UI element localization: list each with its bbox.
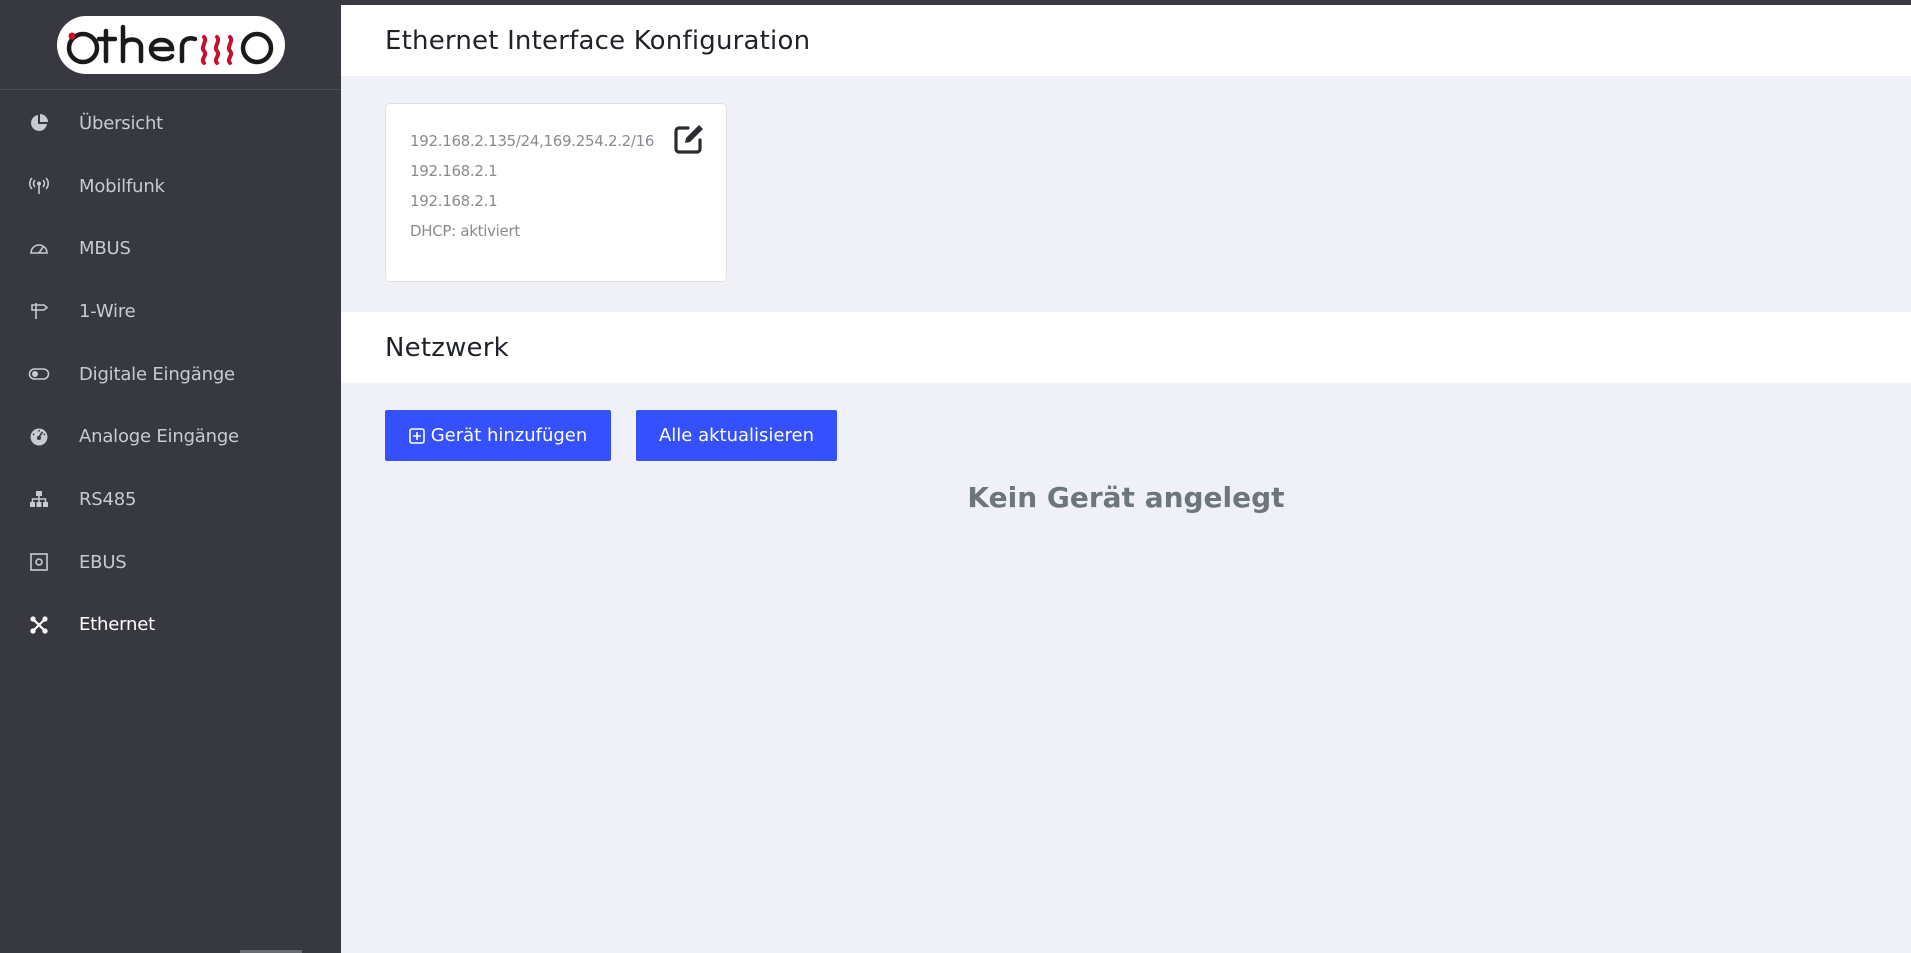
toggle-icon [28,363,50,385]
chip-icon [28,551,50,573]
refresh-all-button[interactable]: Alle aktualisieren [636,410,837,461]
sidebar-item-ebus[interactable]: EBUS [0,531,341,594]
sidebar-item-analoge-eingaenge[interactable]: Analoge Eingänge [0,405,341,468]
sidebar-item-mobilfunk[interactable]: Mobilfunk [0,155,341,218]
othermo-logo[interactable] [56,15,285,74]
ethernet-config-card: 192.168.2.135/24,169.254.2.2/16 192.168.… [385,103,727,282]
sidebar-item-mbus[interactable]: MBUS [0,217,341,280]
logo-area [0,0,341,90]
pie-chart-icon [28,112,50,134]
ip-address: 192.168.2.135/24,169.254.2.2/16 [410,132,655,150]
empty-state-message: Kein Gerät angelegt [967,481,1285,514]
dns-server: 192.168.2.1 [410,192,498,210]
add-device-label: Gerät hinzufügen [430,425,588,446]
dial-icon [28,426,50,448]
gauge-icon [28,238,50,260]
plus-square-icon [408,427,425,444]
signpost-icon [28,300,50,322]
page-title: Ethernet Interface Konfiguration [385,25,811,56]
sidebar-item-1-wire[interactable]: 1-Wire [0,280,341,343]
sidebar-item-label: MBUS [79,238,131,260]
sidebar-item-label: Übersicht [79,112,164,134]
sidebar-item-ethernet[interactable]: Ethernet [0,594,341,657]
sidebar-nav: Übersicht Mobilfunk MBUS 1-Wire Digitale… [0,92,341,656]
sidebar-item-label: Mobilfunk [79,175,165,197]
sitemap-icon [28,488,50,510]
network-section-header: Netzwerk [341,312,1911,383]
sidebar-item-label: EBUS [79,551,127,573]
gateway: 192.168.2.1 [410,162,498,180]
antenna-icon [28,175,50,197]
edit-icon[interactable] [672,122,706,156]
section-title: Netzwerk [385,332,509,363]
sidebar-item-rs485[interactable]: RS485 [0,468,341,531]
ethernet-icon [28,614,50,636]
dhcp-status: DHCP: aktiviert [410,222,520,240]
add-device-button[interactable]: Gerät hinzufügen [385,410,611,461]
sidebar: Übersicht Mobilfunk MBUS 1-Wire Digitale… [0,0,341,953]
main-content: Ethernet Interface Konfiguration 192.168… [341,5,1911,953]
sidebar-item-label: 1-Wire [79,300,136,322]
sidebar-item-label: RS485 [79,488,137,510]
sidebar-item-label: Digitale Eingänge [79,363,235,385]
ethernet-section-header: Ethernet Interface Konfiguration [341,5,1911,76]
sidebar-item-digitale-eingaenge[interactable]: Digitale Eingänge [0,343,341,406]
sidebar-item-label: Ethernet [79,614,155,636]
sidebar-item-label: Analoge Eingänge [79,426,239,448]
sidebar-item-uebersicht[interactable]: Übersicht [0,92,341,155]
